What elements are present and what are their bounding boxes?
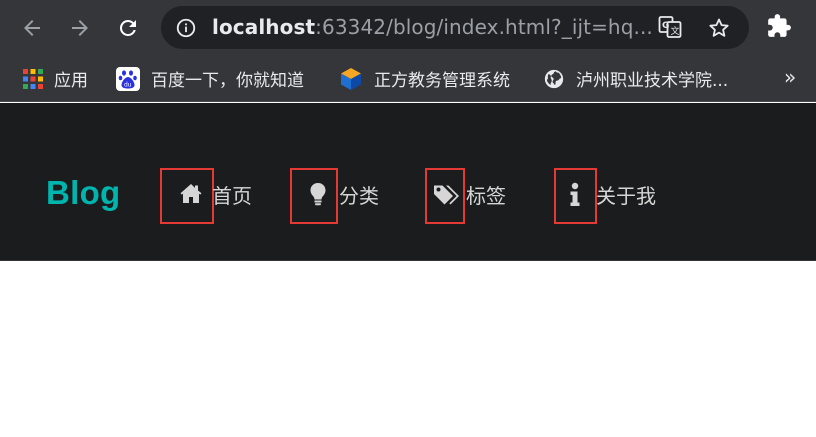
menu-item-label: 分类 — [339, 184, 379, 208]
svg-text:文: 文 — [671, 25, 680, 37]
site-info-button[interactable] — [175, 17, 197, 43]
svg-text:du: du — [124, 81, 132, 88]
url-text[interactable]: localhost:63342/blog/index.html?_ijt=hq.… — [212, 6, 653, 49]
bookmark-star-button[interactable] — [707, 16, 731, 44]
site-logo[interactable]: Blog — [46, 174, 121, 212]
bookmarks-overflow-button[interactable]: » — [784, 55, 796, 102]
page-content — [0, 262, 816, 437]
bookmark-label: 泸州职业技术学院... — [576, 71, 729, 91]
url-host: localhost — [212, 15, 316, 39]
back-button[interactable] — [16, 12, 48, 44]
home-icon — [180, 184, 202, 203]
translate-icon: G 文 — [658, 16, 682, 38]
lightbulb-icon — [310, 183, 326, 206]
globe-icon — [544, 69, 564, 88]
back-arrow-icon — [24, 20, 40, 36]
menu-item-home[interactable]: 首页 — [160, 168, 270, 224]
baidu-paw-icon: du — [116, 66, 140, 91]
tags-icon — [434, 185, 459, 205]
info-icon — [176, 18, 196, 38]
extensions-button[interactable] — [766, 13, 792, 43]
browser-toolbar: localhost:63342/blog/index.html?_ijt=hq.… — [0, 0, 816, 55]
zhengfang-cube-icon — [341, 67, 361, 90]
bookmark-label: 应用 — [54, 71, 88, 91]
bookmarks-bar: 应用 du 百度一下，你就知道 正方教务管理系统 泸州职业技术学院... » — [0, 55, 816, 102]
menu-item-category[interactable]: 分类 — [290, 168, 390, 224]
menu-item-label: 关于我 — [596, 184, 656, 208]
bookmark-zhengfang[interactable]: 正方教务管理系统 — [339, 55, 510, 102]
forward-arrow-icon — [72, 20, 88, 36]
address-bar[interactable]: localhost:63342/blog/index.html?_ijt=hq.… — [161, 6, 749, 49]
info-icon — [570, 182, 580, 206]
bookmark-label: 百度一下，你就知道 — [151, 71, 304, 91]
forward-button[interactable] — [64, 12, 96, 44]
menu-item-tags[interactable]: 标签 — [425, 168, 525, 224]
bookmark-baidu[interactable]: du 百度一下，你就知道 — [116, 55, 304, 102]
url-path: :63342/blog/index.html?_ijt=hq... — [315, 15, 653, 39]
reload-button[interactable] — [112, 12, 144, 44]
svg-text:G: G — [662, 21, 669, 31]
menu-item-about[interactable]: 关于我 — [554, 168, 664, 224]
translate-button[interactable]: G 文 — [658, 15, 682, 43]
menu-item-label: 标签 — [466, 184, 506, 208]
bookmark-label: 正方教务管理系统 — [374, 71, 510, 91]
puzzle-icon — [768, 14, 791, 37]
star-icon — [709, 18, 729, 37]
reload-icon — [119, 19, 136, 36]
menu-item-label: 首页 — [212, 184, 252, 208]
bookmark-apps[interactable]: 应用 — [23, 55, 88, 102]
bookmark-luzhou[interactable]: 泸州职业技术学院... — [543, 55, 728, 102]
apps-grid-icon — [23, 68, 43, 89]
site-menu: Blog 首页 分类 标签 关于我 — [0, 103, 816, 261]
